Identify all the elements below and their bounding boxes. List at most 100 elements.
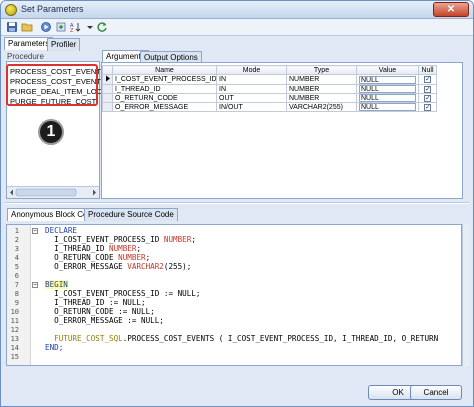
column-header-type[interactable]: Type [286,65,357,75]
code-token: FUTURE_COST_SQL [45,334,123,343]
line-number: 11 [10,317,19,325]
line-number: 13 [10,335,19,343]
table-row[interactable]: O_ERROR_MESSAGE IN/OUT VARCHAR2(255) NUL… [102,102,437,112]
grid-corner [102,65,113,75]
code-token: I_COST_EVENT_PROCESS_ID [45,235,164,244]
code-token: O_ERROR_MESSAGE [45,262,128,271]
code-token: NUMBER [109,244,137,253]
arg-name[interactable]: I_COST_EVENT_PROCESS_ID [112,74,217,85]
toolbar: AZ [1,19,473,36]
close-button[interactable]: ✕ [433,2,469,17]
line-number: 8 [14,290,19,298]
table-row[interactable]: O_RETURN_CODE OUT NUMBER NULL ✓ [102,93,437,103]
null-checkbox[interactable]: ✓ [424,94,431,102]
line-number: 6 [14,272,19,280]
line-number: 12 [10,326,19,334]
set-parameters-window: Set Parameters ✕ AZ Parameters Profiler … [0,0,474,407]
code-token: ; [136,244,142,253]
column-header-null[interactable]: Null [418,65,437,75]
tab-parameters[interactable]: Parameters [4,37,54,50]
arg-value-input[interactable]: NULL [359,85,416,93]
sort-icon[interactable]: AZ [70,21,83,34]
line-number: 7 [14,281,19,289]
run-icon[interactable] [39,21,52,33]
cancel-button[interactable]: Cancel [410,385,462,400]
chevron-down-icon[interactable] [86,21,94,33]
line-number: 10 [10,308,19,316]
arg-mode: IN [216,84,287,94]
arg-name[interactable]: O_RETURN_CODE [112,93,217,103]
null-checkbox[interactable]: ✓ [424,85,431,93]
arguments-grid: Name Mode Type Value Null I_COST_EVENT_P… [102,65,437,112]
table-row[interactable]: I_COST_EVENT_PROCESS_ID IN NUMBER NULL ✓ [102,74,437,85]
arg-value-input[interactable]: NULL [359,103,416,111]
code-token: O_RETURN_CODE [45,253,119,262]
arg-type: NUMBER [286,84,357,94]
code-line: I_COST_EVENT_PROCESS_ID := NULL; [45,289,201,298]
null-checkbox[interactable]: ✓ [424,103,431,111]
code-line: I_THREAD_ID := NULL; [45,298,146,307]
line-number: 3 [14,245,19,253]
code-line: I_COST_EVENT_PROCESS_ID NUMBER; [45,235,196,244]
row-header [102,93,113,103]
procedure-label: Procedure [7,52,44,61]
code-line: FUTURE_COST_SQL.PROCESS_COST_EVENTS ( I_… [45,334,438,343]
debug-icon[interactable] [54,21,67,33]
arg-type: NUMBER [286,93,357,103]
null-cell: ✓ [418,84,437,94]
fold-toggle-icon[interactable]: − [32,228,38,234]
step-badge: 1 [38,119,64,145]
tab-procedure-source-code[interactable]: Procedure Source Code [84,208,178,221]
arg-value-input[interactable]: NULL [359,94,416,102]
code-line: I_THREAD_ID NUMBER; [45,244,141,253]
refresh-icon[interactable] [95,21,108,33]
column-header-name[interactable]: Name [112,65,217,75]
arg-mode: IN/OUT [216,102,287,112]
code-editor[interactable]: 1 2 3 4 5 6 7 8 9 10 11 12 13 14 15 − − … [6,224,462,366]
app-icon [5,4,17,16]
arg-mode: OUT [216,93,287,103]
code-line: O_RETURN_CODE := NULL; [45,307,155,316]
null-cell: ✓ [418,102,437,112]
code-line: BEGIN [45,280,68,289]
code-token: VARCHAR2 [127,262,164,271]
line-number: 9 [14,299,19,307]
procedure-highlight [6,64,98,106]
column-header-value[interactable]: Value [356,65,419,75]
table-row[interactable]: I_THREAD_ID IN NUMBER NULL ✓ [102,84,437,94]
line-number: 2 [14,236,19,244]
code-token: ; [145,253,151,262]
code-scrollbar[interactable] [462,224,470,366]
null-cell: ✓ [418,74,437,85]
row-header [102,102,113,112]
arg-value-cell: NULL [356,93,419,103]
code-token: NUMBER [163,235,192,244]
null-cell: ✓ [418,93,437,103]
code-token: I_THREAD_ID [45,244,110,253]
arg-type: VARCHAR2(255) [286,102,357,112]
code-line: DECLARE [45,226,78,235]
title-bar: Set Parameters ✕ [1,1,473,19]
arg-name[interactable]: O_ERROR_MESSAGE [112,102,217,112]
row-header [102,84,113,94]
procedure-scrollbar[interactable] [7,186,99,198]
code-token: NUMBER [118,253,146,262]
arg-name[interactable]: I_THREAD_ID [112,84,217,94]
fold-toggle-icon[interactable]: − [32,282,38,288]
tab-profiler[interactable]: Profiler [47,38,81,51]
line-number: 15 [10,353,19,361]
save-icon[interactable] [5,21,18,33]
row-pointer-icon [102,74,113,85]
line-number: 1 [14,227,19,235]
code-token: (255); [163,262,192,271]
panel-splitter[interactable] [5,202,469,204]
arg-value-input[interactable]: NULL [359,75,416,84]
null-checkbox[interactable]: ✓ [424,76,431,83]
code-token: ; [191,235,196,244]
arg-value-cell: NULL [356,102,419,112]
code-line: O_ERROR_MESSAGE := NULL; [45,316,164,325]
code-line: O_ERROR_MESSAGE VARCHAR2(255); [45,262,191,271]
open-icon[interactable] [20,21,33,33]
column-header-mode[interactable]: Mode [216,65,287,75]
code-token: .PROCESS_COST_EVENTS ( I_COST_EVENT_PROC… [122,334,439,343]
